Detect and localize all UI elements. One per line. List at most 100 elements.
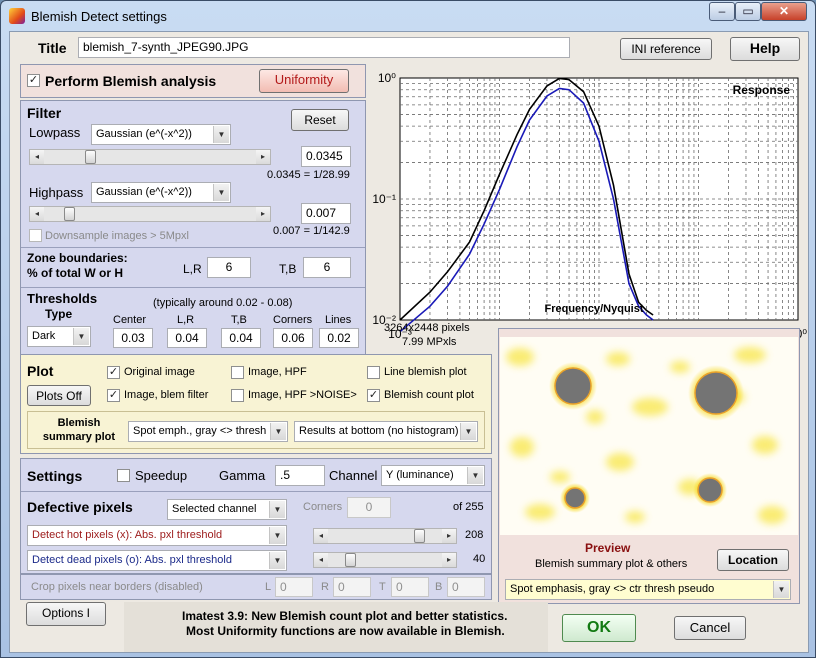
y-tick-label: 10⁻¹ bbox=[372, 192, 396, 206]
location-button[interactable]: Location bbox=[717, 549, 789, 571]
highpass-slider-thumb[interactable] bbox=[64, 207, 76, 221]
notice-line-1: Imatest 3.9: New Blemish count plot and … bbox=[182, 609, 508, 623]
corners-label: Corners bbox=[303, 501, 343, 513]
chevron-down-icon: ▼ bbox=[460, 423, 476, 440]
ini-reference-button[interactable]: INI reference bbox=[620, 38, 712, 60]
downsample-checkbox[interactable] bbox=[29, 229, 42, 242]
hot-pixels-select[interactable]: Detect hot pixels (x): Abs. pxl threshol… bbox=[27, 525, 287, 546]
channel-label: Channel bbox=[329, 468, 378, 483]
threshold-lines-input[interactable]: 0.02 bbox=[319, 328, 359, 348]
dialog-body: Title blemish_7-synth_JPEG90.JPG INI ref… bbox=[9, 31, 809, 653]
lowpass-value-input[interactable]: 0.0345 bbox=[301, 146, 351, 167]
thresholds-heading: Thresholds bbox=[27, 291, 98, 306]
image-mpx-text: 7.99 MPxls bbox=[402, 336, 457, 348]
threshold-corners-input[interactable]: 0.06 bbox=[273, 328, 313, 348]
title-input[interactable]: blemish_7-synth_JPEG90.JPG bbox=[78, 37, 570, 58]
downsample-label: Downsample images > 5Mpxl bbox=[45, 230, 189, 242]
blemish-count-checkbox[interactable]: ✓ bbox=[367, 389, 380, 402]
slider-right-arrow-icon[interactable]: ▸ bbox=[256, 150, 270, 164]
gamma-input[interactable]: .5 bbox=[275, 465, 325, 486]
lowpass-type-select[interactable]: Gaussian (e^(-x^2)) ▼ bbox=[91, 124, 231, 145]
defective-channel-value: Selected channel bbox=[172, 503, 257, 515]
dead-pixels-slider-thumb[interactable] bbox=[344, 553, 356, 567]
chevron-down-icon: ▼ bbox=[213, 184, 229, 201]
results-select[interactable]: Results at bottom (no histogram) ▼ bbox=[294, 421, 478, 442]
blemish-count-label: Blemish count plot bbox=[384, 389, 474, 401]
zone-lr-input[interactable]: 6 bbox=[207, 257, 251, 278]
highpass-value-input[interactable]: 0.007 bbox=[301, 203, 351, 224]
help-button[interactable]: Help bbox=[730, 37, 800, 61]
reset-button[interactable]: Reset bbox=[291, 109, 349, 131]
slider-right-arrow-icon[interactable]: ▸ bbox=[442, 529, 456, 543]
ok-button[interactable]: OK bbox=[562, 614, 636, 642]
summary-plot-select[interactable]: Spot emph., gray <> thresh ▼ bbox=[128, 421, 288, 442]
preview-mode-select[interactable]: Spot emphasis, gray <> ctr thresh pseudo… bbox=[505, 579, 791, 600]
hot-pixels-slider[interactable]: ◂ ▸ bbox=[313, 528, 457, 544]
crop-l-input[interactable]: 0 bbox=[275, 577, 313, 597]
filter-heading: Filter bbox=[27, 105, 62, 121]
image-hpf-checkbox[interactable] bbox=[231, 366, 244, 379]
perform-blemish-checkbox[interactable]: ✓ bbox=[27, 74, 40, 87]
channel-select[interactable]: Y (luminance) ▼ bbox=[381, 465, 485, 486]
threshold-col-label: Corners bbox=[273, 314, 313, 326]
crop-t-input[interactable]: 0 bbox=[391, 577, 429, 597]
original-image-checkbox[interactable]: ✓ bbox=[107, 366, 120, 379]
line-blemish-checkbox[interactable] bbox=[367, 366, 380, 379]
close-button[interactable]: ✕ bbox=[761, 2, 807, 21]
threshold-col-label: Lines bbox=[325, 314, 352, 326]
threshold-col-label: L,R bbox=[177, 314, 195, 326]
slider-left-arrow-icon[interactable]: ◂ bbox=[30, 207, 44, 221]
threshold-tb-input[interactable]: 0.04 bbox=[221, 328, 261, 348]
zone-tb-input[interactable]: 6 bbox=[303, 257, 351, 278]
hot-pixels-label: Detect hot pixels (x): bbox=[32, 529, 133, 541]
speedup-checkbox[interactable] bbox=[117, 469, 130, 482]
hot-pixels-slider-thumb[interactable] bbox=[414, 529, 426, 543]
dead-pixels-select[interactable]: Detect dead pixels (o): Abs. pxl thresho… bbox=[27, 550, 287, 571]
image-blem-filter-checkbox[interactable]: ✓ bbox=[107, 389, 120, 402]
hot-pixels-mode: Abs. pxl threshold bbox=[134, 529, 223, 541]
line-blemish-label: Line blemish plot bbox=[384, 366, 467, 378]
results-value: Results at bottom (no histogram) bbox=[299, 425, 459, 437]
crop-label: Crop pixels near borders (disabled) bbox=[31, 581, 203, 593]
options-button[interactable]: Options I bbox=[26, 602, 106, 626]
crop-r-input[interactable]: 0 bbox=[333, 577, 371, 597]
preview-panel: Preview Blemish summary plot & others Lo… bbox=[498, 328, 800, 604]
crop-b-label: B bbox=[435, 581, 443, 593]
cancel-button[interactable]: Cancel bbox=[674, 616, 746, 640]
notice-box: Imatest 3.9: New Blemish count plot and … bbox=[124, 602, 548, 652]
crop-l-label: L bbox=[265, 581, 272, 593]
dead-pixels-mode: Abs. pxl threshold bbox=[144, 554, 232, 566]
slider-right-arrow-icon[interactable]: ▸ bbox=[256, 207, 270, 221]
defective-channel-select[interactable]: Selected channel ▼ bbox=[167, 499, 287, 520]
threshold-type-select[interactable]: Dark ▼ bbox=[27, 326, 91, 347]
slider-right-arrow-icon[interactable]: ▸ bbox=[442, 553, 456, 567]
speedup-label: Speedup bbox=[135, 468, 188, 483]
highpass-type-select[interactable]: Gaussian (e^(-x^2)) ▼ bbox=[91, 182, 231, 203]
zone-lr-label: L,R bbox=[183, 262, 202, 276]
divider bbox=[21, 287, 365, 288]
response-chart: 10⁻³10⁻²10⁻¹10⁰10⁻²10⁻¹10⁰ResponseFreque… bbox=[372, 71, 807, 341]
slider-left-arrow-icon[interactable]: ◂ bbox=[314, 553, 328, 567]
lowpass-slider[interactable]: ◂ ▸ bbox=[29, 149, 271, 165]
chevron-down-icon: ▼ bbox=[213, 126, 229, 143]
crop-b-input[interactable]: 0 bbox=[447, 577, 485, 597]
slider-left-arrow-icon[interactable]: ◂ bbox=[30, 150, 44, 164]
chevron-down-icon: ▼ bbox=[467, 467, 483, 484]
original-image-label: Original image bbox=[124, 366, 195, 378]
minimize-button[interactable]: – bbox=[709, 2, 735, 21]
threshold-center-input[interactable]: 0.03 bbox=[113, 328, 153, 348]
corners-input[interactable]: 0 bbox=[347, 497, 391, 518]
plots-off-button[interactable]: Plots Off bbox=[27, 385, 91, 406]
threshold-lr-input[interactable]: 0.04 bbox=[167, 328, 207, 348]
lowpass-slider-thumb[interactable] bbox=[84, 150, 96, 164]
slider-left-arrow-icon[interactable]: ◂ bbox=[314, 529, 328, 543]
image-hpf-noise-checkbox[interactable] bbox=[231, 389, 244, 402]
chevron-down-icon: ▼ bbox=[270, 423, 286, 440]
zone-tb-label: T,B bbox=[279, 262, 297, 276]
dead-pixels-slider[interactable]: ◂ ▸ bbox=[313, 552, 457, 568]
maximize-button[interactable]: ▭ bbox=[735, 2, 761, 21]
uniformity-button[interactable]: Uniformity bbox=[259, 69, 349, 93]
preview-subtext: Blemish summary plot & others bbox=[535, 558, 688, 570]
divider bbox=[21, 247, 365, 248]
highpass-slider[interactable]: ◂ ▸ bbox=[29, 206, 271, 222]
